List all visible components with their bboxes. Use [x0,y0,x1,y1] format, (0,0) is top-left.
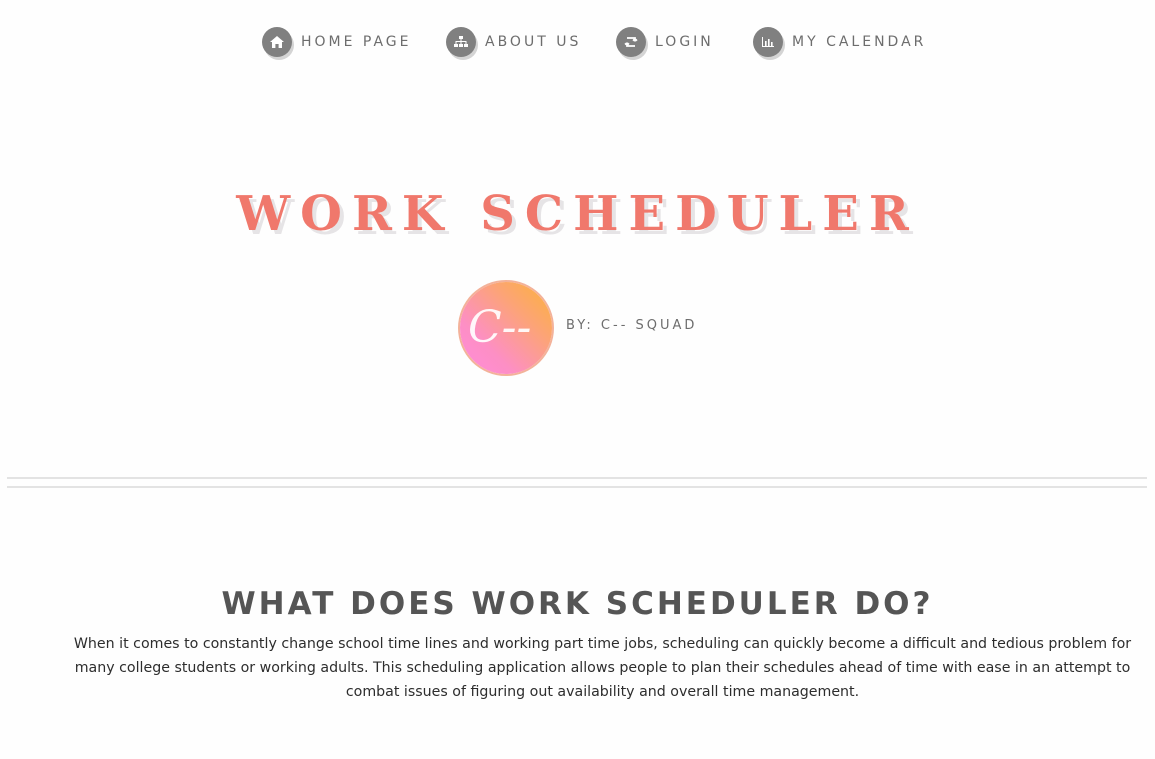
about-description: When it comes to constantly change schoo… [73,636,1132,700]
nav-login[interactable]: LOGIN [616,26,714,58]
author-byline: BY: C-- SQUAD [566,318,698,333]
section-divider-bottom [7,486,1147,488]
page-title: WORK SCHEDULER [236,186,919,242]
nav-label-login: LOGIN [655,34,714,50]
nav-my-calendar[interactable]: MY CALENDAR [753,26,926,58]
section-divider-top [7,477,1147,479]
nav-label-my-calendar: MY CALENDAR [792,34,927,50]
sitemap-icon [446,27,476,57]
about-heading: WHAT DOES WORK SCHEDULER DO? [221,586,934,622]
nav-label-about-us: ABOUT US [485,34,582,50]
nav-home-page[interactable]: HOME PAGE [262,26,412,58]
nav-about-us[interactable]: ABOUT US [446,26,581,58]
bar-chart-icon [753,27,783,57]
retweet-icon [616,27,646,57]
nav-label-home-page: HOME PAGE [301,34,412,50]
logo-text: C-- [468,302,531,353]
home-icon [262,27,292,57]
top-navigation: HOME PAGE ABOUT US LOGIN MY CALENDAR [0,26,1155,58]
c-squad-logo: C-- [460,282,552,374]
